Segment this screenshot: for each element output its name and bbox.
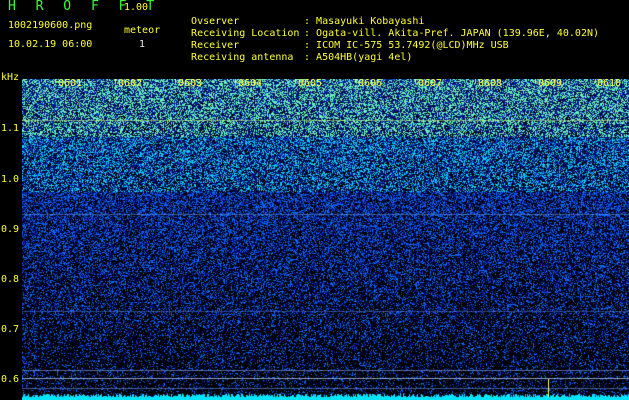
antenna-row: Receiving antenna: A504HB(yagi 4el) [179,40,412,64]
x-tick-label: 0606 [358,78,383,89]
datetime: 10.02.19 06:00 [8,39,93,50]
x-tick-label: 0605 [298,78,323,89]
y-tick-label: 0.7 [1,324,20,335]
spectrogram-panel [0,79,629,400]
y-tick-label: 1.1 [1,123,20,134]
file-name: 1002190600.png [8,20,93,31]
x-tick-label: 0602 [118,78,143,89]
x-tick-label: 0607 [418,78,443,89]
antenna-key: Receiving antenna [191,52,294,63]
separator: : [304,52,311,63]
y-axis-unit: kHz [1,72,20,83]
x-tick-label: 0610 [597,78,622,89]
antenna-value: A504HB(yagi 4el) [316,52,413,63]
y-tick-label: 0.9 [1,224,20,235]
app-version: 1.00 [124,2,149,13]
x-tick-label: 0601 [58,78,83,89]
meteor-count: 1 [139,39,146,50]
spectrogram-canvas [22,79,629,400]
meteor-label: meteor [124,25,161,36]
y-tick-label: 0.6 [1,374,20,385]
x-tick-label: 0604 [238,78,263,89]
y-tick-label: 1.0 [1,174,20,185]
y-tick-label: 0.8 [1,274,20,285]
x-tick-label: 0603 [178,78,203,89]
x-tick-label: 0608 [478,78,503,89]
x-tick-label: 0609 [538,78,563,89]
